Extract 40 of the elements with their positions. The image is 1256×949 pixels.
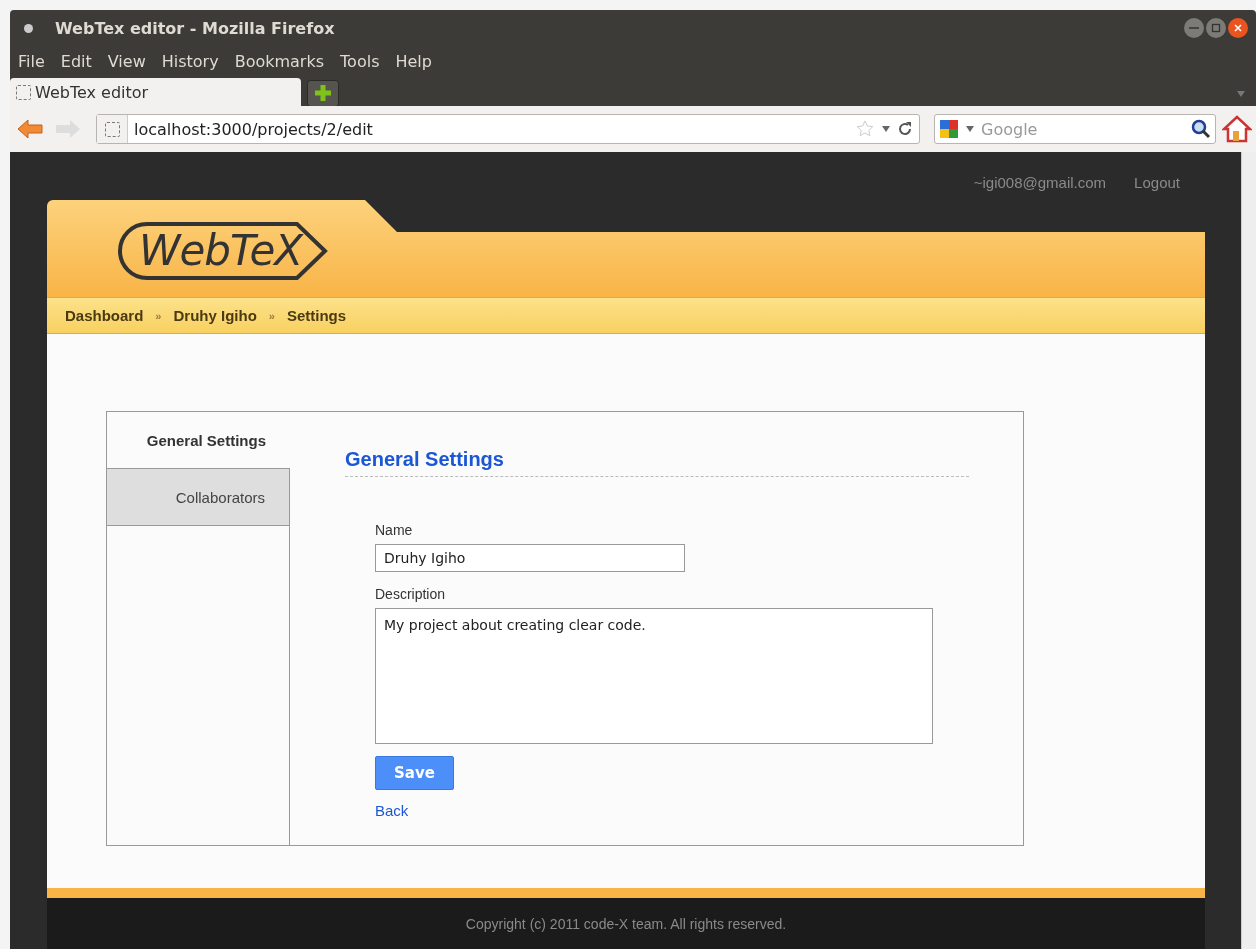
- breadcrumb-link[interactable]: Druhy Igiho: [173, 307, 257, 324]
- search-box[interactable]: Google: [934, 114, 1216, 144]
- dropdown-icon[interactable]: [965, 125, 975, 133]
- search-icon[interactable]: [1191, 119, 1211, 139]
- breadcrumb-separator: »: [268, 309, 275, 322]
- menu-item[interactable]: Edit: [60, 51, 92, 71]
- home-icon[interactable]: [1222, 115, 1252, 143]
- field-label: Name: [375, 522, 413, 538]
- name-field[interactable]: Druhy Igiho: [375, 544, 685, 572]
- breadcrumb-link[interactable]: Settings: [286, 307, 347, 324]
- close-icon[interactable]: [1228, 18, 1248, 38]
- menu-item[interactable]: Help: [395, 51, 432, 71]
- description-field[interactable]: My project about creating clear code.: [375, 608, 933, 744]
- reload-icon[interactable]: [897, 121, 913, 137]
- menu-item[interactable]: Tools: [340, 51, 380, 71]
- settings-tab[interactable]: Collaborators: [107, 468, 290, 526]
- breadcrumb-link[interactable]: Dashboard: [65, 307, 144, 324]
- field-label: Description: [375, 586, 446, 602]
- menu-item[interactable]: File: [18, 51, 45, 71]
- window-title: WebTex editor - Mozilla Firefox: [55, 18, 336, 38]
- section-heading: General Settings: [345, 448, 969, 477]
- tab-list-icon[interactable]: [1236, 90, 1246, 98]
- bookmark-star-icon[interactable]: [855, 119, 875, 139]
- logout-link[interactable]: Logout: [1134, 174, 1180, 191]
- window-icon: [24, 23, 33, 33]
- search-engine-icon[interactable]: [939, 119, 961, 139]
- new-tab-icon[interactable]: [307, 80, 339, 106]
- scrollbar[interactable]: [1241, 152, 1256, 949]
- minimize-icon[interactable]: [1184, 18, 1204, 38]
- back-link[interactable]: Back: [375, 802, 409, 819]
- breadcrumb-separator: »: [155, 309, 162, 322]
- copyright-text: Copyright (c) 2011 code-X team. All rights reserved.: [465, 915, 787, 932]
- site-logo[interactable]: WebTeX: [117, 220, 329, 281]
- menu-item[interactable]: View: [107, 51, 146, 71]
- user-email[interactable]: ~igi008@gmail.com: [973, 174, 1107, 191]
- address-bar[interactable]: localhost:3000/projects/2/edit: [96, 114, 920, 144]
- menu-item[interactable]: Bookmarks: [234, 51, 325, 71]
- browser-tab[interactable]: WebTex editor: [10, 78, 301, 106]
- dropdown-icon[interactable]: [881, 125, 891, 133]
- menu-item[interactable]: History: [161, 51, 219, 71]
